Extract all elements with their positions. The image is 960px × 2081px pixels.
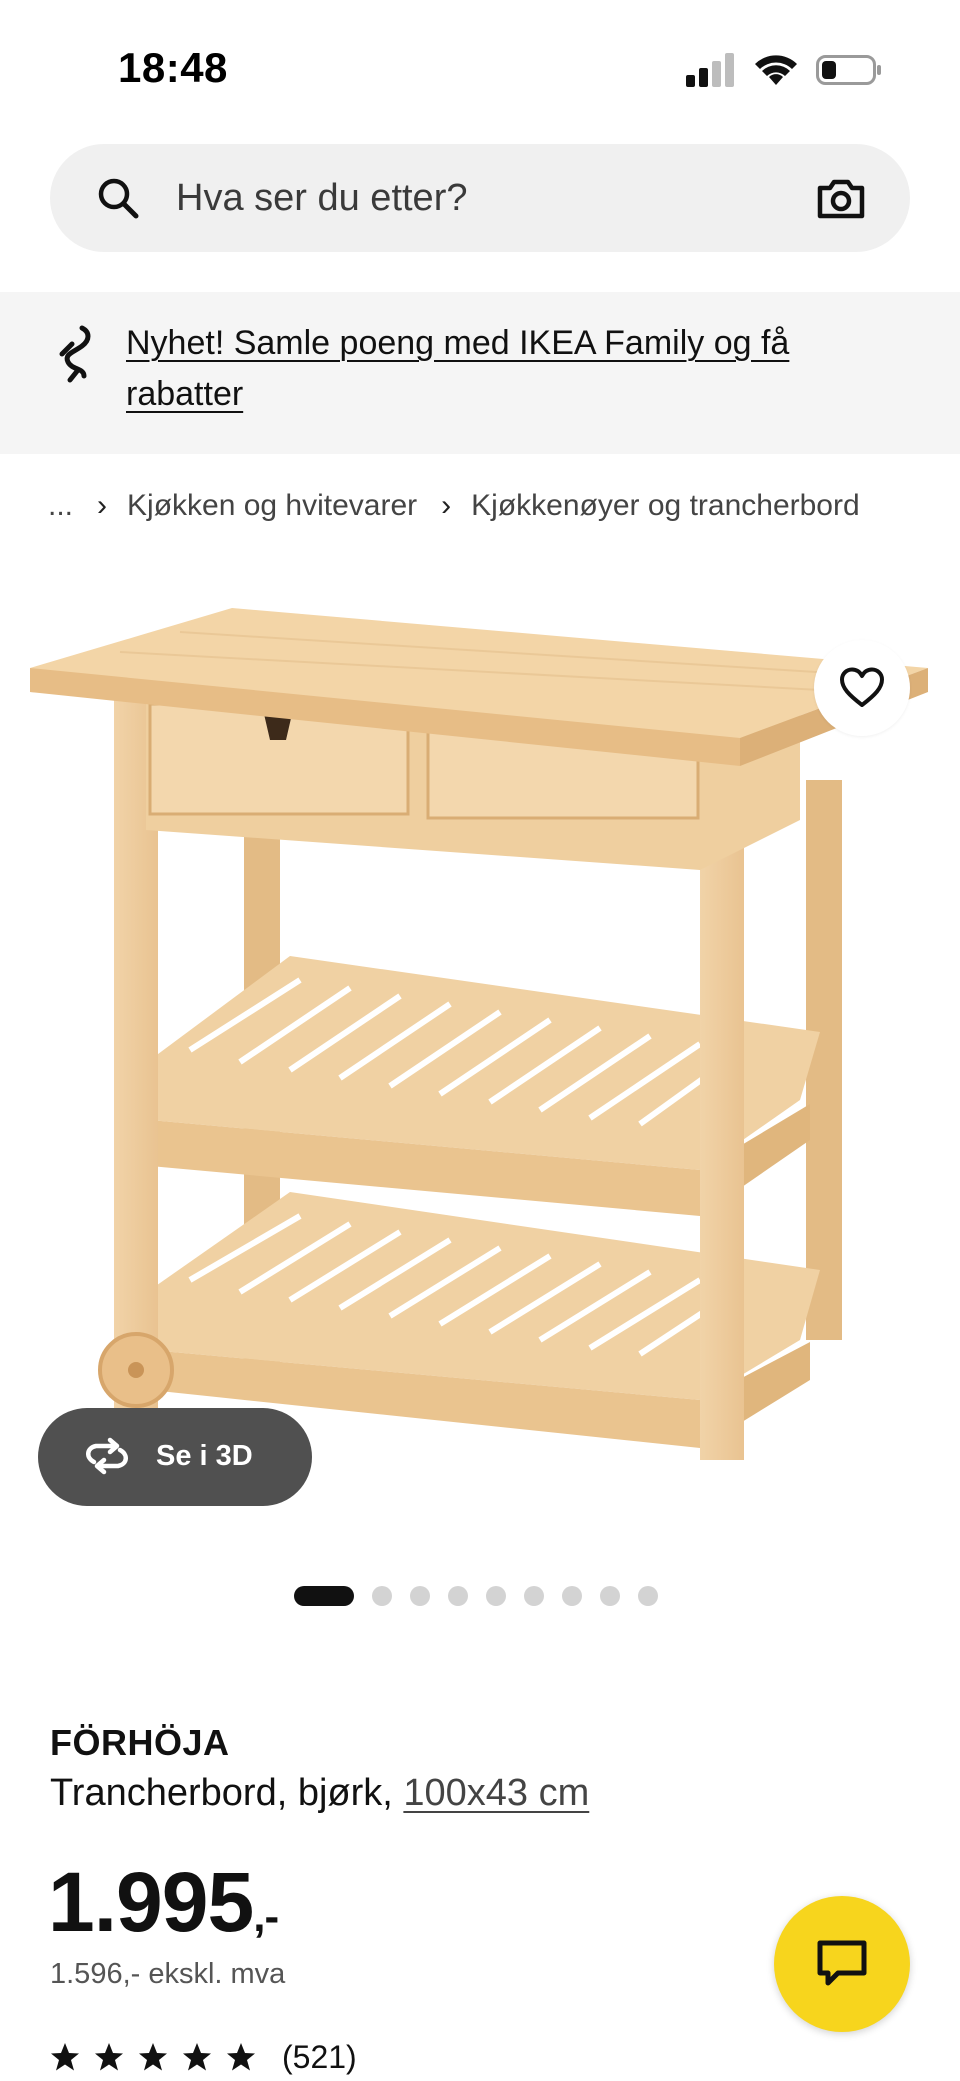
gallery-dot[interactable] xyxy=(638,1586,658,1606)
product-type: Trancherbord, bjørk, xyxy=(50,1772,404,1814)
promo-banner-link[interactable]: Nyhet! Samle poeng med IKEA Family og få… xyxy=(126,318,906,420)
search-input[interactable] xyxy=(166,168,816,228)
wifi-icon xyxy=(755,55,797,85)
gallery-dot-active[interactable] xyxy=(294,1586,354,1606)
star-icon xyxy=(227,2043,255,2071)
price-main: 1.995 xyxy=(48,1855,254,1949)
star-icon xyxy=(51,2043,79,2071)
gallery-dot[interactable] xyxy=(486,1586,506,1606)
chevron-right-icon: › xyxy=(441,489,452,522)
product-rating[interactable]: (521) xyxy=(50,2036,357,2078)
see-in-3d-button[interactable]: Se i 3D xyxy=(38,1408,312,1506)
heart-icon xyxy=(840,667,884,707)
search-bar[interactable] xyxy=(50,144,910,252)
promo-banner[interactable]: Nyhet! Samle poeng med IKEA Family og få… xyxy=(0,292,960,454)
breadcrumb: ... › Kjøkken og hvitevarer › Kjøkkenøye… xyxy=(48,484,860,528)
status-bar: 18:48 xyxy=(0,0,960,130)
gallery-dot[interactable] xyxy=(562,1586,582,1606)
search-icon[interactable] xyxy=(94,174,142,222)
gallery-dot[interactable] xyxy=(600,1586,620,1606)
chat-button[interactable] xyxy=(774,1896,910,2032)
star-icon xyxy=(95,2043,123,2071)
gallery-dot[interactable] xyxy=(448,1586,468,1606)
gallery-dot[interactable] xyxy=(410,1586,430,1606)
favorite-button[interactable] xyxy=(814,640,910,736)
breadcrumb-item-kitchen[interactable]: Kjøkken og hvitevarer xyxy=(127,489,417,523)
gallery-dot[interactable] xyxy=(372,1586,392,1606)
gallery-pagination xyxy=(294,1584,658,1608)
cellular-signal-icon xyxy=(686,53,734,87)
breadcrumb-ellipsis[interactable]: ... xyxy=(48,489,73,523)
ikea-family-icon xyxy=(59,325,91,383)
gallery-dot[interactable] xyxy=(524,1586,544,1606)
star-icon xyxy=(183,2043,211,2071)
rating-stars xyxy=(50,2042,256,2072)
breadcrumb-item-kitchen-islands[interactable]: Kjøkkenøyer og trancherbord xyxy=(471,489,860,523)
star-icon xyxy=(139,2043,167,2071)
product-size-link[interactable]: 100x43 cm xyxy=(403,1772,589,1814)
product-name: FÖRHÖJA xyxy=(50,1722,230,1763)
rotate-3d-icon xyxy=(86,1437,128,1475)
rating-count[interactable]: (521) xyxy=(282,2039,357,2076)
status-icons xyxy=(686,50,882,90)
price-suffix: ,- xyxy=(253,1892,279,1941)
status-time: 18:48 xyxy=(118,44,228,91)
chevron-right-icon: › xyxy=(97,489,108,522)
battery-icon xyxy=(816,55,881,85)
camera-icon[interactable] xyxy=(816,174,866,222)
product-price: 1.995,- xyxy=(48,1852,279,1967)
chat-icon xyxy=(817,1940,867,1986)
product-description: Trancherbord, bjørk, 100x43 cm xyxy=(50,1772,589,1815)
price-excl-vat: 1.596,- ekskl. mva xyxy=(50,1958,286,1990)
product-image[interactable] xyxy=(0,580,960,1550)
see-in-3d-label: Se i 3D xyxy=(156,1440,253,1472)
